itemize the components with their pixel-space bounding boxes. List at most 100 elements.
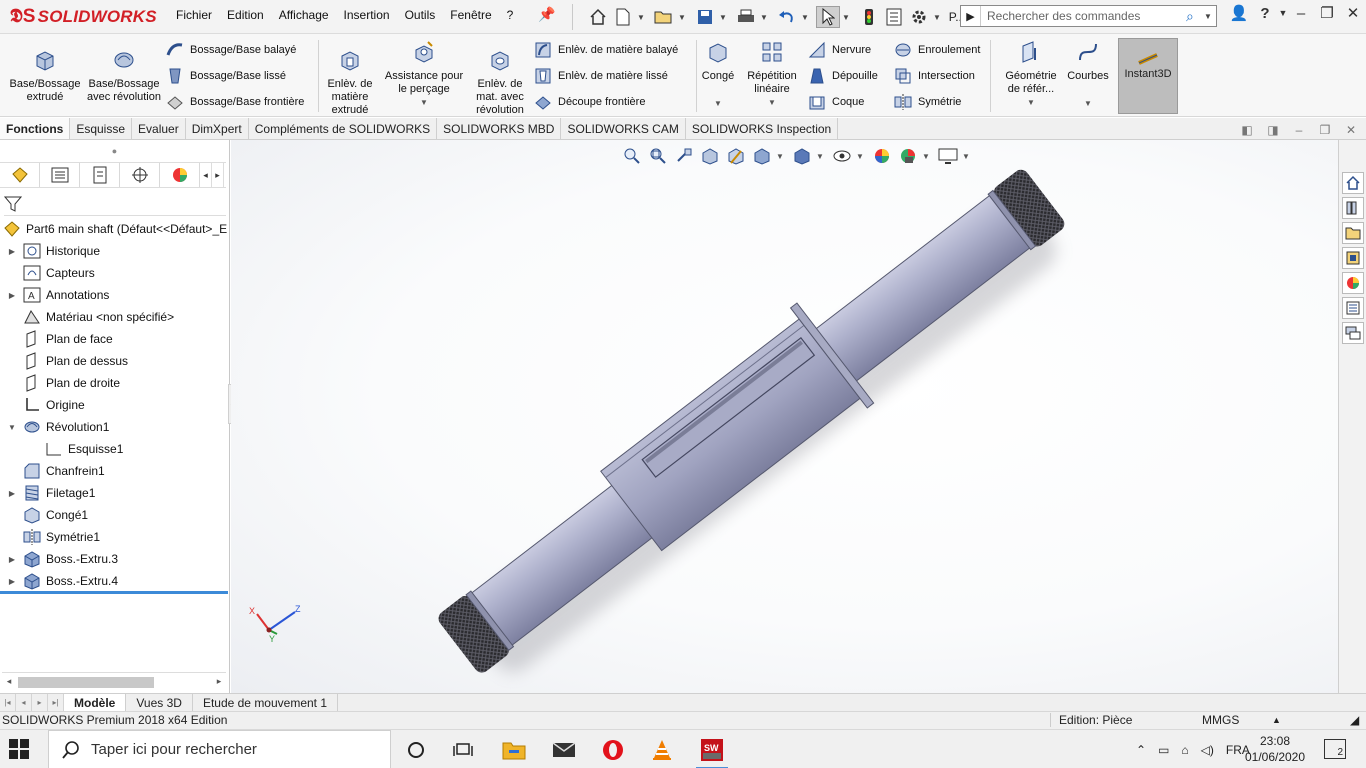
menu-affichage[interactable]: Affichage bbox=[279, 8, 329, 23]
prev-tab-icon[interactable]: ◂ bbox=[16, 694, 32, 711]
instant3d-button[interactable]: Instant3D bbox=[1118, 38, 1178, 114]
tab-complements[interactable]: Compléments de SOLIDWORKS bbox=[249, 118, 438, 139]
swept-boss-button[interactable]: Bossage/Base balayé bbox=[166, 40, 296, 60]
chevron-down-icon[interactable]: ▼ bbox=[636, 13, 646, 22]
edit-appearance-icon[interactable] bbox=[870, 145, 894, 167]
menu-fenetre[interactable]: Fenêtre bbox=[450, 8, 491, 23]
windows-start-icon[interactable] bbox=[8, 738, 30, 760]
chevron-up-icon[interactable]: ⌃ bbox=[1136, 743, 1146, 757]
chevron-down-icon[interactable]: ▼ bbox=[800, 13, 810, 22]
tab-esquisse[interactable]: Esquisse bbox=[70, 118, 133, 139]
tree-item[interactable]: Plan de droite bbox=[0, 372, 228, 394]
view-settings-icon[interactable] bbox=[936, 145, 960, 167]
panel-grip[interactable]: ● bbox=[0, 140, 229, 162]
linear-pattern-button[interactable]: Répétition linéaire ▼ bbox=[742, 40, 802, 109]
chevron-down-icon[interactable]: ▼ bbox=[380, 96, 468, 109]
configuration-manager-tab-icon[interactable] bbox=[80, 163, 120, 187]
chevron-down-icon[interactable]: ▼ bbox=[962, 152, 972, 161]
tab-vues-3d[interactable]: Vues 3D bbox=[126, 694, 193, 711]
tree-item[interactable]: ▶ A Annotations bbox=[0, 284, 228, 306]
file-properties-icon[interactable] bbox=[882, 6, 906, 28]
clock[interactable]: 23:08 01/06/2020 bbox=[1244, 733, 1306, 765]
menu-insertion[interactable]: Insertion bbox=[344, 8, 390, 23]
chevron-right-icon[interactable]: ▶ bbox=[6, 247, 18, 256]
wrap-button[interactable]: Enroulement bbox=[894, 40, 980, 60]
tree-item[interactable]: Esquisse1 bbox=[0, 438, 228, 460]
tab-modele[interactable]: Modèle bbox=[64, 694, 127, 711]
tab-mbd[interactable]: SOLIDWORKS MBD bbox=[437, 118, 562, 139]
help-icon[interactable]: ? bbox=[1252, 5, 1278, 22]
command-search[interactable]: ▶ Rechercher des commandes ⌕ ▼ bbox=[960, 5, 1217, 27]
network-icon[interactable]: ⌂ bbox=[1181, 743, 1188, 757]
mirror-button[interactable]: Symétrie bbox=[894, 92, 961, 112]
property-manager-tab-icon[interactable] bbox=[40, 163, 80, 187]
taskbar-search-input[interactable]: Taper ici pour rechercher bbox=[91, 741, 257, 758]
tree-item[interactable]: ▶ Filetage1 bbox=[0, 482, 228, 504]
tab-motion-study[interactable]: Etude de mouvement 1 bbox=[193, 694, 339, 711]
chevron-right-icon[interactable]: ▶ bbox=[6, 291, 18, 300]
doc-minimize-icon[interactable]: – bbox=[1286, 123, 1312, 137]
search-input[interactable]: Rechercher des commandes bbox=[981, 9, 1186, 23]
chevron-down-icon[interactable]: ▼ bbox=[6, 423, 18, 432]
custom-properties-icon[interactable] bbox=[1342, 297, 1364, 319]
tree-filter[interactable] bbox=[3, 192, 226, 216]
next-tab-icon[interactable]: ▸ bbox=[32, 694, 48, 711]
tab-dimxpert[interactable]: DimXpert bbox=[186, 118, 249, 139]
tree-item[interactable]: Plan de dessus bbox=[0, 350, 228, 372]
chevron-down-icon[interactable]: ▼ bbox=[698, 97, 738, 110]
undo-icon[interactable] bbox=[775, 6, 799, 28]
chevron-down-icon[interactable]: ▼ bbox=[816, 152, 826, 161]
search-icon[interactable]: ⌕ bbox=[1186, 8, 1204, 25]
tab-evaluer[interactable]: Evaluer bbox=[132, 118, 186, 139]
base-revolve-button[interactable]: Base/Bossage avec révolution bbox=[86, 48, 162, 104]
view-palette-icon[interactable] bbox=[1342, 247, 1364, 269]
apply-scene-icon[interactable] bbox=[896, 145, 920, 167]
vlc-icon[interactable] bbox=[642, 735, 682, 765]
status-units[interactable]: MMGS bbox=[1202, 713, 1239, 727]
section-view-icon[interactable] bbox=[698, 145, 722, 167]
lofted-cut-button[interactable]: Enlèv. de matière lissé bbox=[534, 66, 668, 86]
close-icon[interactable]: ✕ bbox=[1340, 4, 1366, 22]
resize-grip-icon[interactable]: ◢ bbox=[1350, 713, 1359, 727]
solidworks-logo[interactable]: 𝕯S SOLIDWORKS bbox=[10, 5, 157, 29]
mail-icon[interactable] bbox=[544, 735, 584, 765]
doc-close-icon[interactable]: ✕ bbox=[1338, 123, 1364, 137]
select-cursor-icon[interactable] bbox=[816, 6, 840, 28]
draft-button[interactable]: Dépouille bbox=[808, 66, 878, 86]
pin-icon[interactable]: 📌 bbox=[538, 6, 555, 23]
chevron-right-icon[interactable]: ▶ bbox=[6, 489, 18, 498]
appearances-icon[interactable] bbox=[1342, 272, 1364, 294]
intersect-button[interactable]: Intersection bbox=[894, 66, 975, 86]
dynamic-annotation-icon[interactable] bbox=[724, 145, 748, 167]
last-tab-icon[interactable]: ▸| bbox=[48, 694, 64, 711]
shaft-model[interactable]: X Z Y bbox=[231, 140, 1338, 693]
tree-root[interactable]: Part6 main shaft (Défaut<<Défaut>_E bbox=[0, 218, 228, 240]
hide-show-items-icon[interactable] bbox=[830, 145, 854, 167]
tile-right-icon[interactable]: ◨ bbox=[1260, 123, 1286, 137]
print-icon[interactable] bbox=[734, 6, 758, 28]
notification-center-icon[interactable]: 2 bbox=[1324, 739, 1346, 759]
design-library-icon[interactable] bbox=[1342, 197, 1364, 219]
chevron-up-icon[interactable]: ▲ bbox=[1272, 715, 1281, 725]
revolved-cut-button[interactable]: Enlèv. de mat. avec révolution bbox=[470, 48, 530, 117]
menu-help[interactable]: ? bbox=[507, 8, 514, 23]
boundary-boss-button[interactable]: Bossage/Base frontière bbox=[166, 92, 304, 112]
hole-wizard-button[interactable]: Assistance pour le perçage ▼ bbox=[380, 40, 468, 109]
tree-item[interactable]: ▶ Boss.-Extru.3 bbox=[0, 548, 228, 570]
volume-icon[interactable]: ◁) bbox=[1201, 743, 1214, 757]
chevron-down-icon[interactable]: ▼ bbox=[718, 13, 728, 22]
scroll-left-icon[interactable]: ◂ bbox=[2, 676, 16, 687]
chevron-down-icon[interactable]: ▼ bbox=[1064, 97, 1112, 110]
graphics-area[interactable]: X Z Y bbox=[231, 140, 1338, 693]
tree-item[interactable]: Congé1 bbox=[0, 504, 228, 526]
open-folder-icon[interactable] bbox=[652, 6, 676, 28]
zoom-to-area-icon[interactable] bbox=[646, 145, 670, 167]
tab-fonctions[interactable]: Fonctions bbox=[0, 118, 71, 139]
file-explorer-taskbar-icon[interactable] bbox=[494, 735, 534, 765]
user-icon[interactable]: 👤 bbox=[1226, 4, 1252, 22]
display-style-icon[interactable] bbox=[790, 145, 814, 167]
loft-boss-button[interactable]: Bossage/Base lissé bbox=[166, 66, 286, 86]
menu-fichier[interactable]: Fichier bbox=[176, 8, 212, 23]
view-orientation-icon[interactable] bbox=[750, 145, 774, 167]
tab-inspection[interactable]: SOLIDWORKS Inspection bbox=[686, 118, 839, 139]
